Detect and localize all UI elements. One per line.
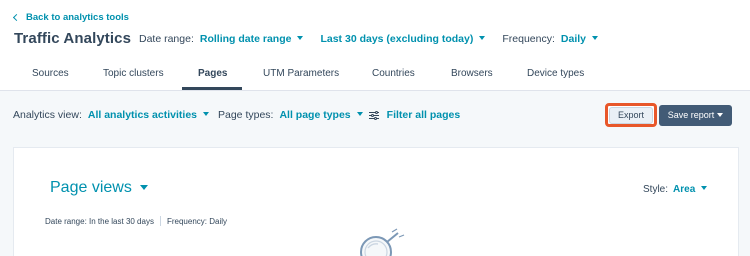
date-range-dropdown[interactable]: Rolling date range [200, 33, 304, 45]
analytics-view-label: Analytics view: [13, 109, 82, 121]
frequency-label: Frequency: [502, 33, 555, 45]
page-title: Traffic Analytics [14, 30, 132, 47]
chevron-down-icon [203, 112, 209, 117]
sliders-icon [368, 110, 379, 120]
tab-pages[interactable]: Pages [198, 68, 227, 79]
analytics-view-dropdown[interactable]: All analytics activities [88, 109, 209, 121]
style-label: Style: [643, 184, 669, 195]
tab-countries[interactable]: Countries [372, 68, 415, 79]
date-range-label: Date range: [139, 33, 194, 45]
magnifying-glass-icon [360, 228, 405, 256]
frequency-dropdown[interactable]: Daily [561, 33, 598, 45]
page-types-label: Page types: [218, 109, 274, 121]
chevron-down-icon [717, 112, 724, 117]
meta-frequency: Frequency: Daily [166, 216, 227, 226]
chevron-down-icon [479, 36, 486, 41]
page-types-dropdown[interactable]: All page types [279, 109, 363, 121]
chart-meta: Date range: In the last 30 days Frequenc… [45, 216, 227, 226]
chart-style-control: Style: Area [643, 184, 708, 195]
tab-browsers[interactable]: Browsers [451, 68, 493, 79]
chevron-down-icon [356, 112, 363, 117]
filter-all-pages-button[interactable]: Filter all pages [387, 109, 461, 121]
chevron-down-icon [592, 36, 598, 41]
chevron-down-icon [139, 184, 148, 190]
export-button[interactable]: Export [609, 107, 653, 124]
report-tabs: Sources Topic clusters Pages UTM Paramet… [0, 60, 750, 90]
report-toolbar: Analytics view: All analytics activities… [13, 109, 460, 121]
tab-device-types[interactable]: Device types [527, 68, 584, 79]
style-dropdown[interactable]: Area [673, 184, 708, 195]
report-filters: Date range: Rolling date range Last 30 d… [139, 33, 598, 45]
save-report-button[interactable]: Save report [659, 105, 732, 126]
period-dropdown[interactable]: Last 30 days (excluding today) [320, 33, 486, 45]
back-link-label: Back to analytics tools [26, 12, 129, 23]
meta-divider [159, 216, 161, 226]
tab-sources[interactable]: Sources [32, 68, 69, 79]
chevron-down-icon [701, 186, 708, 191]
chevron-left-icon [12, 13, 21, 22]
chevron-down-icon [297, 36, 304, 41]
meta-date-range: Date range: In the last 30 days [45, 216, 154, 226]
tab-utm-parameters[interactable]: UTM Parameters [263, 68, 339, 79]
metric-dropdown[interactable]: Page views [50, 179, 148, 197]
tab-topic-clusters[interactable]: Topic clusters [103, 68, 164, 79]
back-to-analytics-link[interactable]: Back to analytics tools [12, 12, 129, 23]
